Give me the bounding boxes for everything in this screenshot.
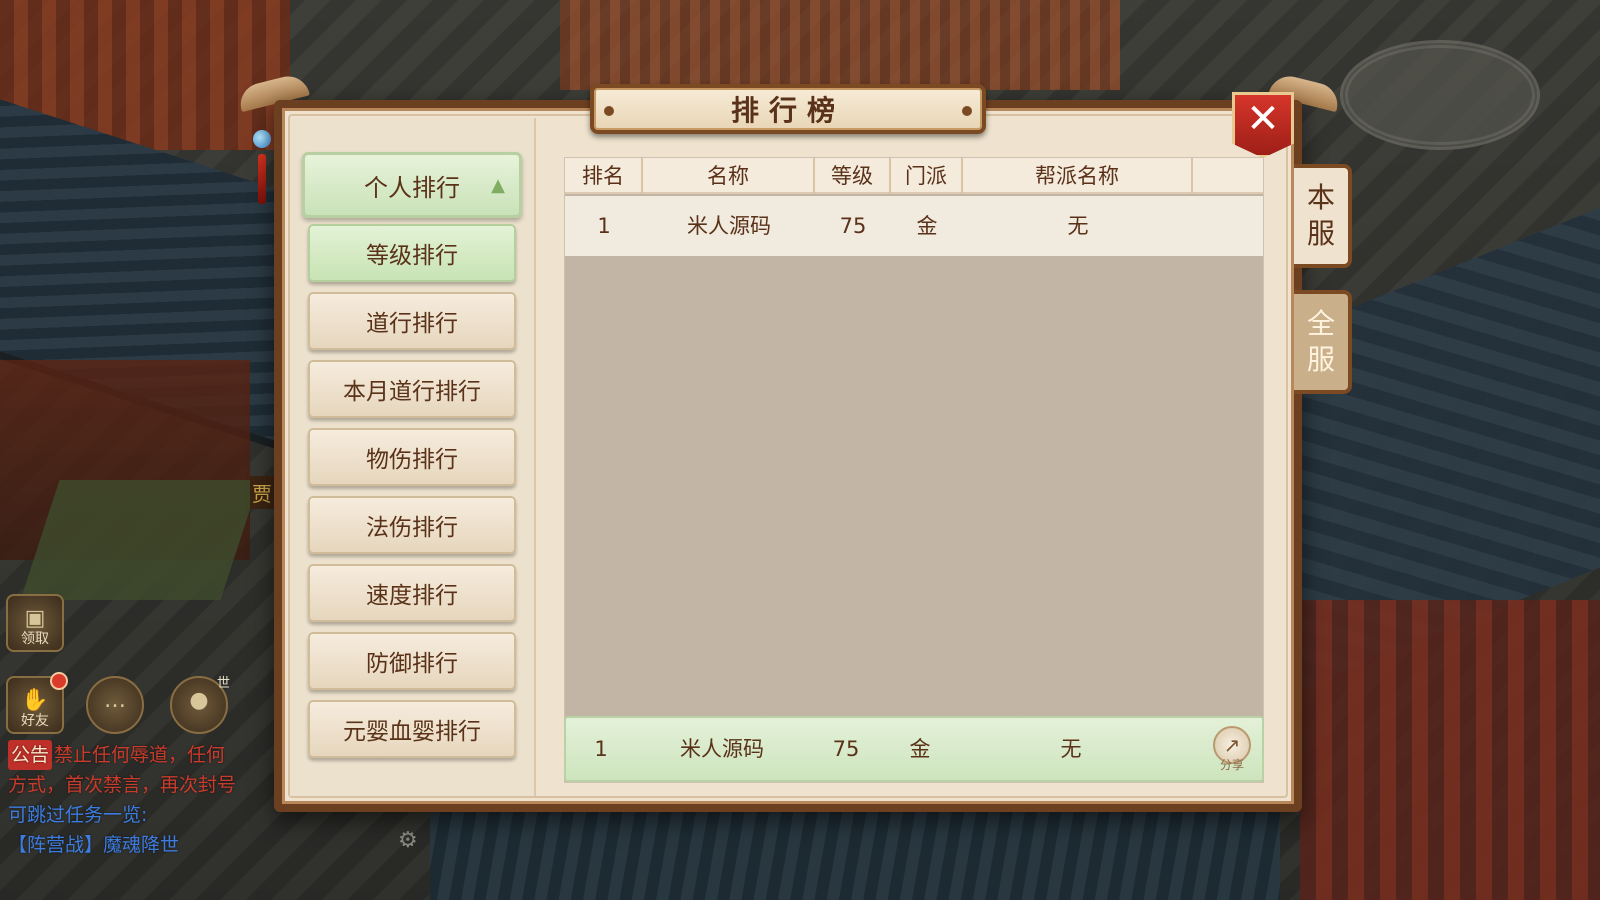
- category-item-daoxing[interactable]: 道行排行: [308, 292, 516, 350]
- chat-button[interactable]: …: [86, 676, 144, 734]
- column-header-level: 等级: [815, 158, 891, 194]
- chat-line-4[interactable]: 【阵营战】魔魂降世: [8, 830, 278, 860]
- category-item-speed[interactable]: 速度排行: [308, 564, 516, 622]
- voice-button[interactable]: ● 世: [170, 676, 230, 734]
- chat-log[interactable]: 公告 禁止任何辱道，任何 方式，首次禁言，再次封号 可跳过任务一览: 【阵营战】魔…: [8, 740, 278, 860]
- chat-bubble-icon: …: [104, 688, 126, 713]
- tassel-icon: [258, 154, 266, 204]
- jade-bead-icon: [253, 130, 271, 148]
- ranking-table[interactable]: 排名 名称 等级 门派 帮派名称 1 米人源码 75 金 无: [564, 157, 1264, 783]
- hanging-ornament: [250, 130, 274, 260]
- scene-building-right: [1300, 600, 1600, 900]
- chat-line-3: 可跳过任务一览:: [8, 804, 148, 826]
- category-item-yuanying[interactable]: 元婴血婴排行: [308, 700, 516, 758]
- cell-name: 米人源码: [687, 214, 771, 238]
- column-header-name: 名称: [643, 158, 815, 194]
- category-item-level[interactable]: 等级排行: [308, 224, 516, 282]
- column-header-school: 门派: [891, 158, 963, 194]
- my-guild: 无: [1060, 737, 1082, 761]
- category-item-physical-damage[interactable]: 物伤排行: [308, 428, 516, 486]
- handshake-icon: ✋: [21, 688, 49, 713]
- chat-line-2: 方式，首次禁言，再次封号: [8, 774, 237, 796]
- column-header-rank: 排名: [565, 158, 643, 194]
- channel-tag: 世: [216, 676, 230, 691]
- dialog-title: 排行榜: [730, 94, 845, 127]
- friend-label: 好友: [21, 713, 49, 729]
- chat-line-1: 公告 禁止任何辱道，任何: [8, 740, 278, 770]
- notice-tag: 公告: [8, 740, 53, 770]
- my-name: 米人源码: [680, 737, 764, 761]
- category-group-personal[interactable]: 个人排行 ▲: [302, 152, 522, 218]
- npc-name-tag: 贾: [250, 476, 274, 509]
- cell-school: 金: [916, 214, 938, 238]
- scene-roof-bottom: [430, 800, 1280, 900]
- my-level: 75: [832, 737, 860, 761]
- my-rank-row: 1 米人源码 75 金 无 ↗ 分享: [564, 716, 1264, 782]
- friend-button[interactable]: ✋ 好友: [6, 672, 68, 734]
- my-rank: 1: [594, 737, 608, 761]
- my-school: 金: [909, 737, 931, 761]
- share-label: 分享: [1219, 758, 1244, 772]
- table-row[interactable]: 1 米人源码 75 金 无: [565, 196, 1263, 256]
- scene-courtyard-disc: [1340, 40, 1540, 150]
- claim-label: 领取: [21, 631, 49, 647]
- cell-level: 75: [839, 214, 867, 238]
- gift-chest-icon: ▣: [24, 606, 46, 631]
- column-header-guild: 帮派名称: [963, 158, 1193, 194]
- scene-merchant-stall: [20, 480, 260, 600]
- table-header: 排名 名称 等级 门派 帮派名称: [565, 158, 1263, 194]
- microphone-icon: ●: [189, 688, 209, 713]
- close-icon: ✕: [1246, 96, 1280, 142]
- gear-icon[interactable]: ⚙: [398, 828, 422, 853]
- share-button[interactable]: ↗ 分享: [1212, 726, 1252, 774]
- cell-rank: 1: [597, 214, 611, 238]
- chevron-up-icon: ▲: [491, 175, 505, 196]
- cell-guild: 无: [1067, 214, 1089, 238]
- category-item-monthly-daoxing[interactable]: 本月道行排行: [308, 360, 516, 418]
- tab-local-server[interactable]: 本 服: [1294, 164, 1352, 268]
- claim-button[interactable]: ▣ 领取: [6, 594, 64, 652]
- category-item-magic-damage[interactable]: 法伤排行: [308, 496, 516, 554]
- scene-balcony: [560, 0, 1120, 90]
- notification-badge: [50, 672, 68, 690]
- category-item-defense[interactable]: 防御排行: [308, 632, 516, 690]
- dialog-title-plaque: 排行榜: [590, 84, 986, 134]
- tab-all-servers[interactable]: 全 服: [1294, 290, 1352, 394]
